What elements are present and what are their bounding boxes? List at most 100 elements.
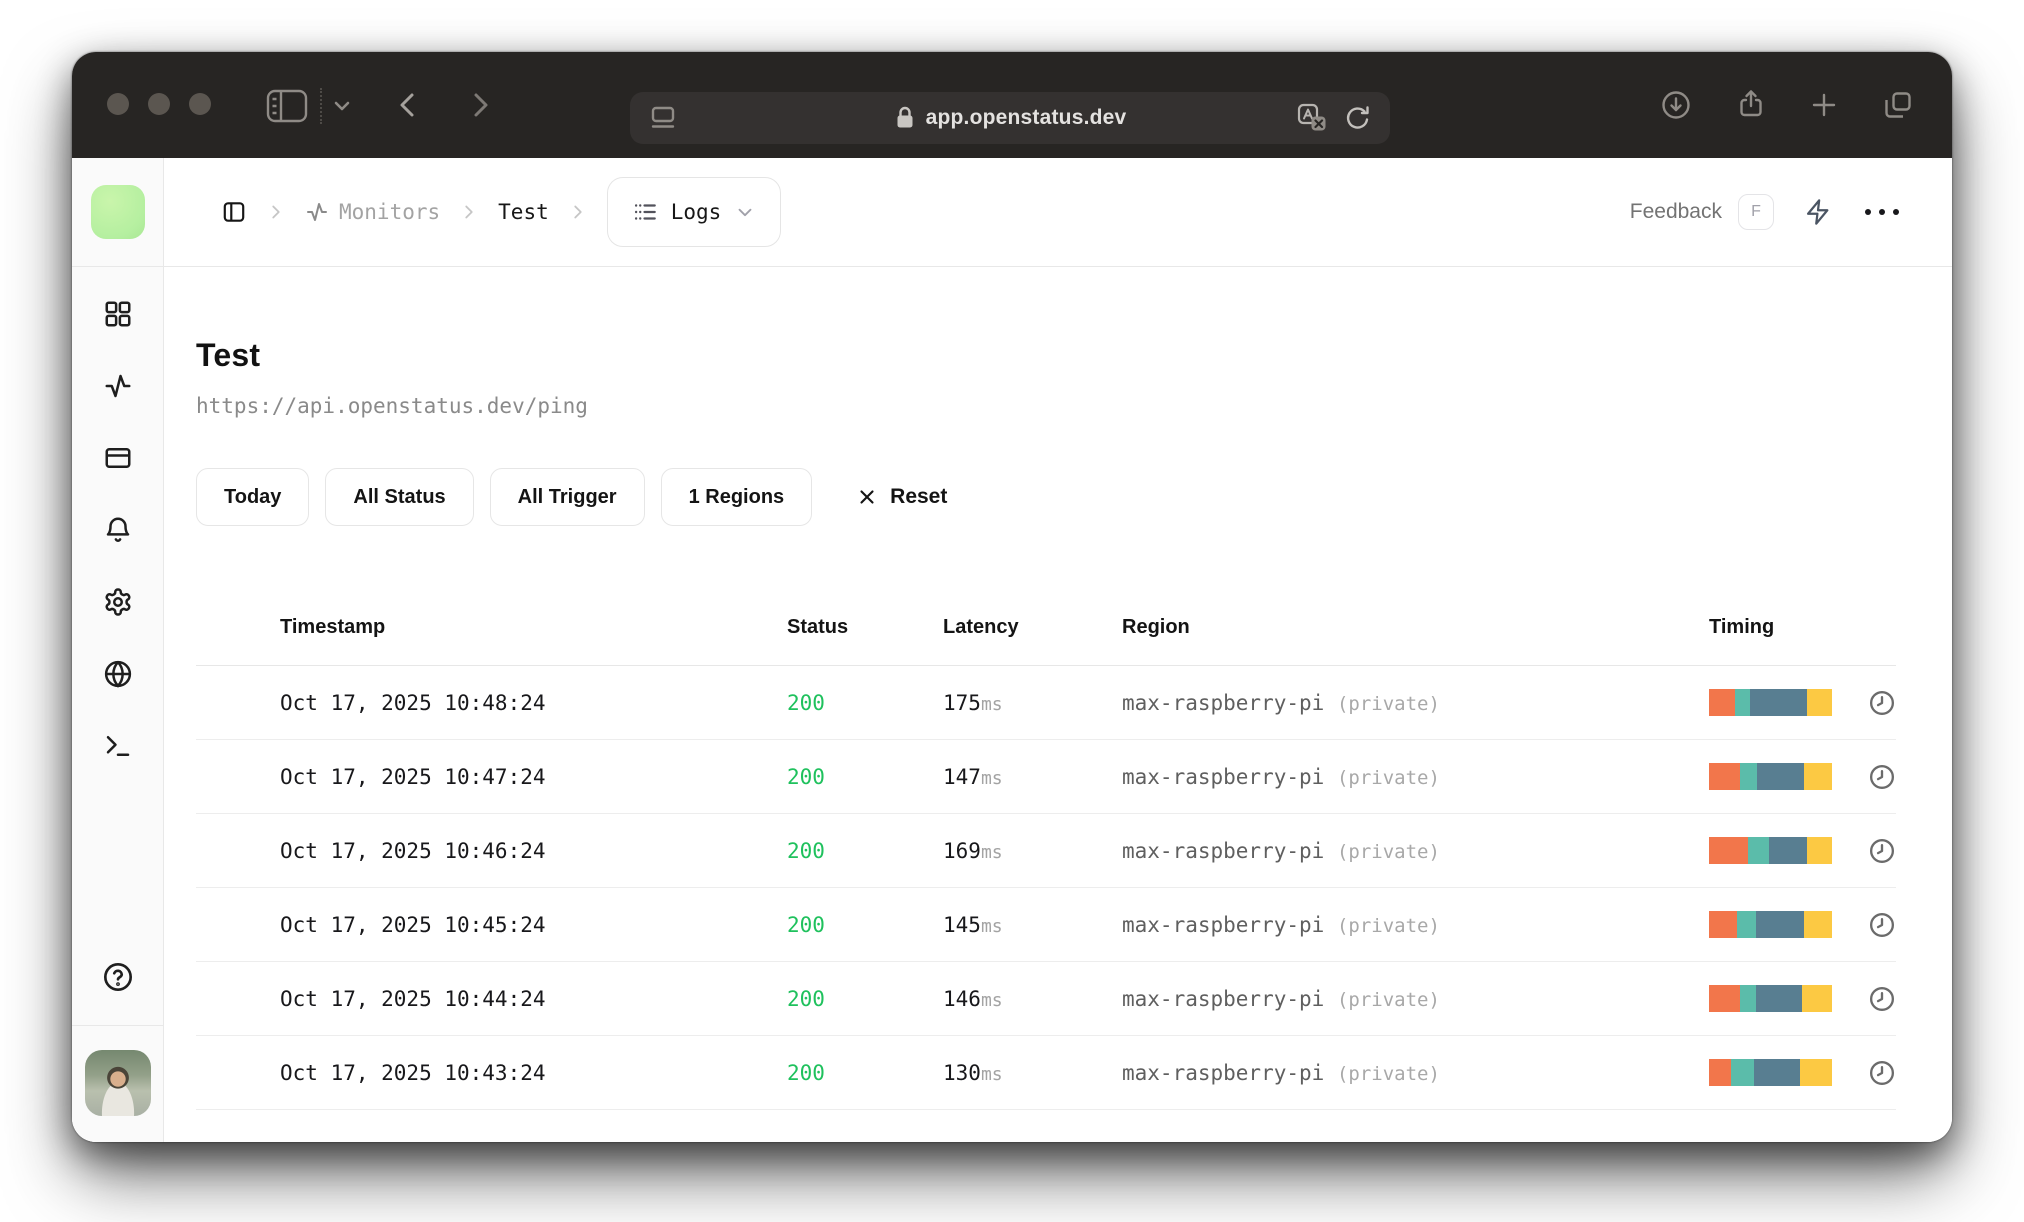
more-options-icon[interactable] <box>1862 207 1902 217</box>
cell-timestamp: Oct 17, 2025 10:43:24 <box>280 1060 546 1085</box>
cell-region: max-raspberry-pi (private) <box>1122 690 1440 715</box>
chrome-divider <box>320 88 322 124</box>
cell-status: 200 <box>787 690 825 715</box>
timing-segment <box>1709 689 1735 716</box>
table-row[interactable]: Oct 17, 2025 10:44:24 200 146ms max-rasp… <box>196 962 1896 1036</box>
table-row[interactable]: Oct 17, 2025 10:43:24 200 130ms max-rasp… <box>196 1036 1896 1110</box>
breadcrumb-monitor-name[interactable]: Test <box>498 200 549 224</box>
timing-segment <box>1769 837 1808 864</box>
timing-segment <box>1802 985 1832 1012</box>
activity-icon[interactable] <box>102 371 134 401</box>
browser-window: app.openstatus.dev Monitors Test Logs Fe… <box>72 52 1952 1142</box>
filter-status-button[interactable]: All Status <box>325 468 474 526</box>
sidebar-options-chevron-icon[interactable] <box>330 98 354 114</box>
cell-timestamp: Oct 17, 2025 10:44:24 <box>280 986 546 1011</box>
gear-icon[interactable] <box>102 587 134 617</box>
zap-icon[interactable] <box>1804 198 1832 226</box>
timing-bar <box>1709 985 1832 1012</box>
fullscreen-window-button[interactable] <box>189 93 211 115</box>
timing-bar <box>1709 911 1832 938</box>
browser-sidebar-toggle-icon[interactable] <box>266 89 308 123</box>
table-row[interactable]: Oct 17, 2025 10:48:24 200 175ms max-rasp… <box>196 666 1896 740</box>
main-content: Test https://api.openstatus.dev/ping Tod… <box>164 267 1952 1142</box>
panel-icon[interactable] <box>102 443 134 473</box>
clock-icon[interactable] <box>1868 837 1896 865</box>
cell-region: max-raspberry-pi (private) <box>1122 912 1440 937</box>
logs-table: Timestamp Status Latency Region Timing O… <box>196 608 1896 1110</box>
cell-region: max-raspberry-pi (private) <box>1122 764 1440 789</box>
cell-latency: 146ms <box>943 986 1003 1011</box>
timing-segment <box>1734 689 1750 716</box>
timing-segment <box>1756 763 1804 790</box>
filter-regions-button[interactable]: 1 Regions <box>660 468 813 526</box>
chevron-right-icon <box>567 201 589 223</box>
clock-icon[interactable] <box>1868 689 1896 717</box>
clock-icon[interactable] <box>1868 1059 1896 1087</box>
new-tab-icon[interactable] <box>1809 90 1839 120</box>
help-icon[interactable] <box>102 961 134 993</box>
timing-segment <box>1709 1059 1732 1086</box>
address-bar[interactable]: app.openstatus.dev <box>630 92 1390 144</box>
filter-trigger-button[interactable]: All Trigger <box>489 468 645 526</box>
clock-icon[interactable] <box>1868 763 1896 791</box>
minimize-window-button[interactable] <box>148 93 170 115</box>
cell-latency: 169ms <box>943 838 1003 863</box>
grid-icon[interactable] <box>102 299 134 329</box>
timing-segment <box>1709 763 1740 790</box>
breadcrumb-monitors[interactable]: Monitors <box>305 200 440 224</box>
timing-bar <box>1709 763 1832 790</box>
close-window-button[interactable] <box>107 93 129 115</box>
cell-status: 200 <box>787 838 825 863</box>
clock-icon[interactable] <box>1868 911 1896 939</box>
table-row[interactable]: Oct 17, 2025 10:46:24 200 169ms max-rasp… <box>196 814 1896 888</box>
list-icon <box>632 199 658 225</box>
reload-icon[interactable] <box>1344 104 1372 132</box>
timing-segment <box>1748 837 1770 864</box>
cell-timestamp: Oct 17, 2025 10:48:24 <box>280 690 546 715</box>
cell-latency: 130ms <box>943 1060 1003 1085</box>
terminal-icon[interactable] <box>102 731 134 761</box>
back-button[interactable] <box>394 88 420 122</box>
cell-status: 200 <box>787 912 825 937</box>
table-body: Oct 17, 2025 10:48:24 200 175ms max-rasp… <box>196 666 1896 1110</box>
translate-icon[interactable] <box>1296 102 1328 134</box>
column-header-timing: Timing <box>1709 616 1775 638</box>
cell-timestamp: Oct 17, 2025 10:45:24 <box>280 912 546 937</box>
sidebar-footer-divider <box>72 1025 163 1026</box>
filter-date-button[interactable]: Today <box>196 468 310 526</box>
feedback-button[interactable]: Feedback F <box>1630 194 1774 230</box>
column-header-timestamp: Timestamp <box>280 616 386 638</box>
cell-region: max-raspberry-pi (private) <box>1122 838 1440 863</box>
timing-segment <box>1755 911 1804 938</box>
bell-icon[interactable] <box>102 515 134 545</box>
app-sidebar-toggle-icon[interactable] <box>221 199 247 225</box>
app-header: Monitors Test Logs Feedback F <box>164 158 1952 267</box>
chevron-down-icon <box>734 201 756 223</box>
workspace-logo[interactable] <box>90 185 145 239</box>
share-icon[interactable] <box>1735 88 1767 120</box>
feedback-kbd-badge: F <box>1738 194 1774 230</box>
app-sidebar <box>72 158 164 1142</box>
timing-segment <box>1754 1059 1800 1086</box>
timing-segment <box>1709 985 1740 1012</box>
reset-filters-button[interactable]: Reset <box>856 485 947 509</box>
clock-icon[interactable] <box>1868 985 1896 1013</box>
breadcrumb: Monitors Test Logs <box>221 177 782 247</box>
table-row[interactable]: Oct 17, 2025 10:45:24 200 145ms max-rasp… <box>196 888 1896 962</box>
timing-segment <box>1737 911 1756 938</box>
timing-segment <box>1803 911 1832 938</box>
globe-icon[interactable] <box>102 659 134 689</box>
address-text[interactable]: app.openstatus.dev <box>926 106 1127 130</box>
timing-segment <box>1799 1059 1832 1086</box>
forward-button[interactable] <box>468 88 494 122</box>
timing-bar <box>1709 837 1832 864</box>
logs-view-select[interactable]: Logs <box>606 177 782 247</box>
user-avatar[interactable] <box>84 1050 151 1116</box>
timing-segment <box>1739 985 1756 1012</box>
table-row[interactable]: Oct 17, 2025 10:47:24 200 147ms max-rasp… <box>196 740 1896 814</box>
cell-status: 200 <box>787 764 825 789</box>
timing-segment <box>1749 689 1808 716</box>
downloads-icon[interactable] <box>1660 89 1692 121</box>
tab-overview-icon[interactable] <box>1882 89 1914 121</box>
cell-timestamp: Oct 17, 2025 10:46:24 <box>280 838 546 863</box>
